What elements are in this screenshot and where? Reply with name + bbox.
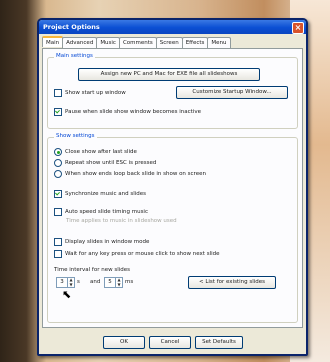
- interval-seconds-value[interactable]: 3: [57, 278, 67, 287]
- interval-ms-unit: ms: [125, 279, 134, 285]
- interval-seconds-spinner[interactable]: 3 ▲ ▼: [56, 277, 75, 288]
- repeat-show-label: Repeat show until ESC is pressed: [65, 160, 157, 166]
- assign-exe-button[interactable]: Assign new PC and Mac for EXE file all s…: [78, 68, 260, 81]
- auto-speed-checkbox[interactable]: [54, 208, 62, 216]
- display-window-checkbox[interactable]: [54, 238, 62, 246]
- display-window-row[interactable]: Display slides in window mode: [54, 238, 149, 246]
- tab-strip: Main Advanced Music Comments Screen Effe…: [39, 34, 306, 48]
- mouse-cursor-icon: ⬉: [62, 288, 72, 301]
- auto-speed-row[interactable]: Auto speed slide timing music: [54, 208, 148, 216]
- dialog-title: Project Options: [43, 23, 100, 31]
- project-options-dialog: Project Options × Main Advanced Music Co…: [37, 18, 308, 356]
- cancel-button[interactable]: Cancel: [149, 336, 191, 349]
- pause-inactive-checkbox[interactable]: [54, 108, 62, 116]
- repeat-show-radio[interactable]: [54, 159, 62, 167]
- close-after-last-radio[interactable]: [54, 148, 62, 156]
- wait-keypress-row[interactable]: Wait for any key press or mouse click to…: [54, 250, 220, 258]
- sync-music-row[interactable]: Synchronize music and slides: [54, 190, 146, 198]
- radio-close-row[interactable]: Close show after last slide: [54, 148, 137, 156]
- interval-ms-value[interactable]: 5: [105, 278, 115, 287]
- interval-ms-spinner[interactable]: 5 ▲ ▼: [104, 277, 123, 288]
- radio-loop-row[interactable]: When show ends loop back slide in show o…: [54, 170, 206, 178]
- show-startup-label: Show start up window: [65, 90, 126, 96]
- auto-speed-note-row: Time applies to music in slideshow used: [66, 218, 177, 224]
- set-defaults-button[interactable]: Set Defaults: [195, 336, 243, 349]
- interval-seconds-unit: s: [77, 279, 80, 285]
- radio-repeat-row[interactable]: Repeat show until ESC is pressed: [54, 159, 156, 167]
- show-startup-checkbox[interactable]: [54, 89, 62, 97]
- main-settings-group: Main settings Assign new PC and Mac for …: [47, 53, 298, 129]
- list-existing-slides-button[interactable]: < List for existing slides: [188, 276, 276, 289]
- main-settings-legend: Main settings: [54, 53, 95, 59]
- spinner-arrows-icon[interactable]: ▲ ▼: [115, 277, 122, 287]
- wait-keypress-label: Wait for any key press or mouse click to…: [65, 251, 220, 257]
- tab-menu[interactable]: Menu: [207, 37, 231, 48]
- sync-music-checkbox[interactable]: [54, 190, 62, 198]
- auto-speed-note: Time applies to music in slideshow used: [66, 218, 177, 224]
- wait-keypress-checkbox[interactable]: [54, 250, 62, 258]
- loop-back-radio[interactable]: [54, 170, 62, 178]
- tab-effects[interactable]: Effects: [181, 37, 209, 48]
- tab-panel-main: Main settings Assign new PC and Mac for …: [42, 48, 303, 328]
- spinner-arrows-icon[interactable]: ▲ ▼: [67, 277, 74, 287]
- and-label: and: [90, 279, 101, 285]
- close-after-last-label: Close show after last slide: [65, 149, 137, 155]
- tab-screen[interactable]: Screen: [155, 37, 183, 48]
- tab-music[interactable]: Music: [96, 37, 120, 48]
- tab-main[interactable]: Main: [42, 36, 64, 47]
- pause-inactive-label: Pause when slide show window becomes ina…: [65, 109, 201, 115]
- auto-speed-label: Auto speed slide timing music: [65, 209, 148, 215]
- pause-inactive-row[interactable]: Pause when slide show window becomes ina…: [54, 108, 201, 116]
- tab-comments[interactable]: Comments: [118, 37, 157, 48]
- show-settings-group: Show settings Close show after last slid…: [47, 133, 298, 323]
- loop-back-label: When show ends loop back slide in show o…: [65, 171, 206, 177]
- dialog-titlebar[interactable]: Project Options ×: [39, 20, 306, 34]
- time-interval-label: Time interval for new slides: [54, 267, 131, 273]
- display-window-label: Display slides in window mode: [65, 239, 150, 245]
- show-startup-row[interactable]: Show start up window: [54, 89, 126, 97]
- tab-advanced[interactable]: Advanced: [62, 37, 98, 48]
- dialog-footer: OK Cancel Set Defaults: [39, 336, 306, 350]
- sync-music-label: Synchronize music and slides: [65, 191, 147, 197]
- customize-startup-button[interactable]: Customize Startup Window...: [176, 86, 288, 99]
- show-settings-legend: Show settings: [54, 133, 97, 139]
- ok-button[interactable]: OK: [103, 336, 145, 349]
- close-icon[interactable]: ×: [292, 22, 304, 34]
- time-interval-label-row: Time interval for new slides: [54, 267, 130, 273]
